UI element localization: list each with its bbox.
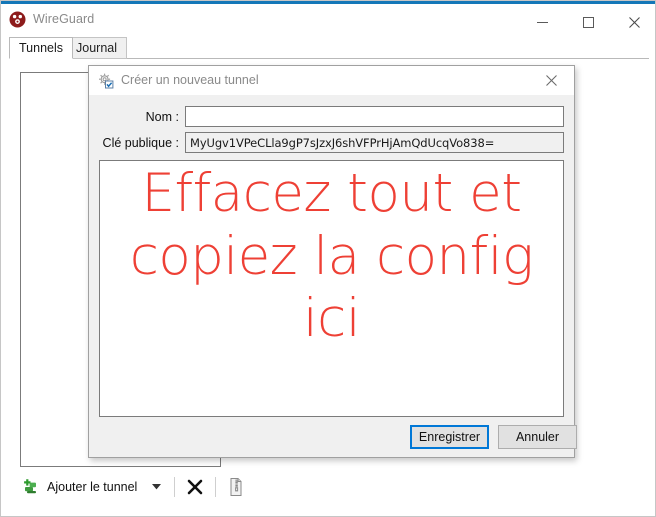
- tab-strip: Tunnels Journal: [9, 37, 649, 59]
- tab-journal[interactable]: Journal: [66, 37, 127, 59]
- wireguard-logo-icon: [9, 11, 26, 28]
- cancel-button-label: Annuler: [515, 430, 560, 444]
- dialog-title: Créer un nouveau tunnel: [121, 73, 259, 87]
- close-x-icon[interactable]: [184, 476, 206, 498]
- close-icon[interactable]: [529, 66, 574, 95]
- maximize-icon[interactable]: [565, 7, 611, 37]
- name-input[interactable]: [185, 106, 564, 127]
- create-tunnel-dialog: Créer un nouveau tunnel Nom : Clé publiq…: [88, 65, 577, 458]
- cancel-button[interactable]: Annuler: [498, 425, 577, 449]
- save-button-label: Enregistrer: [418, 430, 481, 444]
- app-title: WireGuard: [33, 12, 95, 26]
- toolbar-separator-1: [174, 477, 176, 497]
- add-tunnel-button[interactable]: Ajouter le tunnel: [20, 473, 165, 501]
- add-tunnel-label: Ajouter le tunnel: [47, 480, 138, 494]
- title-bar: WireGuard: [1, 4, 655, 37]
- new-tunnel-icon: [97, 72, 114, 89]
- dialog-titlebar: Créer un nouveau tunnel: [89, 66, 574, 95]
- config-placeholder-text: Effacez tout et copiez la config ici: [129, 163, 534, 350]
- pubkey-field-row: Clé publique :: [99, 132, 564, 153]
- pubkey-label: Clé publique :: [102, 135, 179, 150]
- zip-archive-icon[interactable]: [225, 476, 247, 498]
- tab-journal-label: Journal: [76, 41, 117, 55]
- name-field-row: Nom :: [99, 106, 564, 127]
- wireguard-main-window: WireGuard Tunnels Journal Ajouter le tun…: [0, 0, 656, 517]
- add-tunnel-icon: [22, 478, 40, 496]
- config-textarea[interactable]: Effacez tout et copiez la config ici: [99, 160, 564, 417]
- bottom-toolbar: Ajouter le tunnel: [20, 471, 640, 503]
- pubkey-input[interactable]: [185, 132, 564, 153]
- save-button[interactable]: Enregistrer: [410, 425, 489, 449]
- toolbar-separator-2: [215, 477, 217, 497]
- minimize-icon[interactable]: [519, 7, 565, 37]
- tab-tunnels-label: Tunnels: [19, 41, 64, 55]
- chevron-down-icon[interactable]: [149, 480, 163, 494]
- close-icon[interactable]: [611, 7, 655, 37]
- tab-tunnels[interactable]: Tunnels: [9, 37, 74, 59]
- name-label: Nom :: [145, 109, 179, 124]
